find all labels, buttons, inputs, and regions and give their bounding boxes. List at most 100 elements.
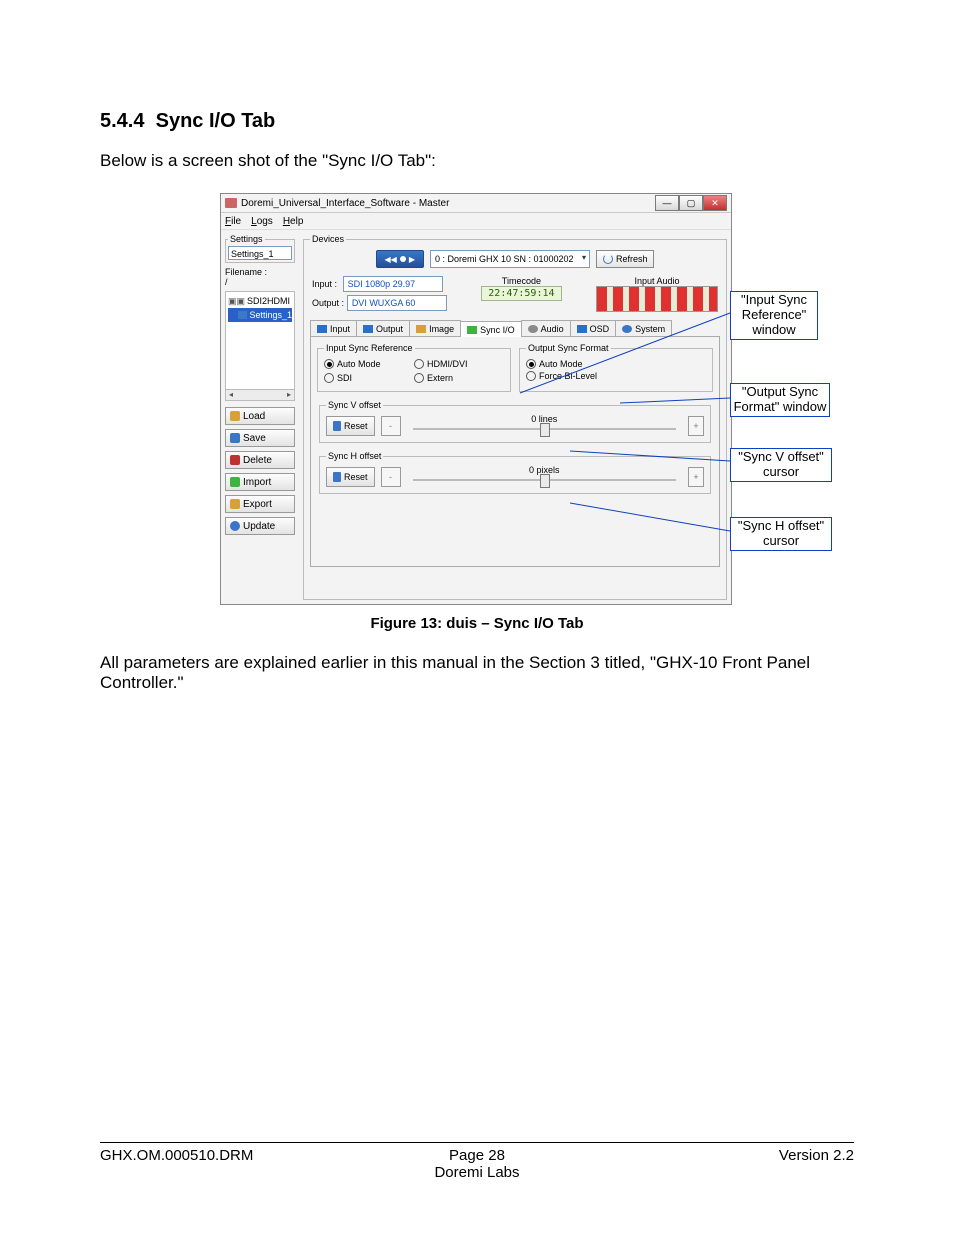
- footer-page: Page 28: [351, 1147, 602, 1164]
- section-heading: 5.4.4 Sync I/O Tab: [100, 110, 854, 133]
- sync-h-spin-down[interactable]: -: [381, 467, 401, 487]
- output-sync-format-group: Output Sync Format Auto Mode Force Bi-Le…: [519, 343, 713, 392]
- tree-item-icon: [238, 311, 247, 319]
- export-button[interactable]: Export: [225, 495, 295, 513]
- figure-caption: Figure 13: duis – Sync I/O Tab: [100, 615, 854, 632]
- sync-h-spin-up[interactable]: +: [688, 467, 704, 487]
- section-number: 5.4.4: [100, 110, 144, 132]
- refresh-button[interactable]: Refresh: [596, 250, 655, 268]
- output-label: Output :: [312, 298, 344, 308]
- input-audio-label: Input Audio: [596, 276, 718, 286]
- menubar: File Logs Help: [221, 213, 731, 230]
- delete-button[interactable]: Delete: [225, 451, 295, 469]
- tree-scrollbar[interactable]: ◂▸: [226, 389, 294, 400]
- save-button[interactable]: Save: [225, 429, 295, 447]
- reset-icon: [333, 472, 341, 482]
- callout-sync-h-cursor: "Sync H offset" cursor: [730, 517, 832, 551]
- sync-v-slider[interactable]: 0 lines: [407, 417, 682, 435]
- sync-v-legend: Sync V offset: [326, 400, 383, 410]
- tab-output[interactable]: Output: [356, 320, 410, 336]
- output-sync-fmt-legend: Output Sync Format: [526, 343, 611, 353]
- sync-v-spin-up[interactable]: +: [688, 416, 704, 436]
- settings-group-label: Settings: [228, 234, 265, 244]
- tab-image[interactable]: Image: [409, 320, 461, 336]
- brand-button[interactable]: ◀◀ ▶: [376, 250, 424, 268]
- menu-file[interactable]: File: [225, 216, 241, 227]
- close-button[interactable]: ✕: [703, 195, 727, 211]
- status-dot-icon: [400, 256, 406, 262]
- filename-value: /: [225, 277, 295, 287]
- speaker-icon: [528, 325, 538, 333]
- tab-input[interactable]: Input: [310, 320, 357, 336]
- devices-group-label: Devices: [310, 234, 346, 244]
- sync-h-reset-button[interactable]: Reset: [326, 467, 375, 487]
- device-select[interactable]: 0 : Doremi GHX 10 SN : 01000202: [430, 250, 590, 268]
- app-logo-icon: [225, 198, 237, 208]
- inner-tabs: Input Output Image Sync I/O Audio OSD Sy…: [310, 320, 720, 337]
- image-icon: [416, 325, 426, 333]
- settings-group: Settings Settings_1: [225, 234, 295, 263]
- titlebar: Doremi_Universal_Interface_Software - Ma…: [221, 194, 731, 213]
- maximize-button[interactable]: ▢: [679, 195, 703, 211]
- radio-sdi[interactable]: SDI: [324, 373, 414, 383]
- input-sync-ref-legend: Input Sync Reference: [324, 343, 415, 353]
- callout-output-sync-fmt: "Output Sync Format" window: [730, 383, 830, 417]
- monitor-icon: [363, 325, 373, 333]
- sync-v-spin-down[interactable]: -: [381, 416, 401, 436]
- refresh-icon: [603, 254, 613, 264]
- devices-group: Devices ◀◀ ▶ 0 : Doremi GHX 10 SN : 0100…: [303, 234, 727, 600]
- callout-sync-v-cursor: "Sync V offset" cursor: [730, 448, 832, 482]
- tree-root[interactable]: SDI2HDMI: [247, 294, 290, 308]
- radio-auto-mode[interactable]: Auto Mode: [324, 359, 414, 369]
- input-label: Input :: [312, 279, 337, 289]
- audio-meter: [596, 286, 718, 312]
- filename-label: Filename :: [225, 267, 295, 277]
- load-button[interactable]: Load: [225, 407, 295, 425]
- footer-left: GHX.OM.000510.DRM: [100, 1147, 351, 1181]
- page-footer: GHX.OM.000510.DRM Page 28 Doremi Labs Ve…: [100, 1142, 854, 1181]
- import-button[interactable]: Import: [225, 473, 295, 491]
- radio-hdmi-dvi[interactable]: HDMI/DVI: [414, 359, 504, 369]
- output-value: DVI WUXGA 60: [347, 295, 447, 311]
- tab-system[interactable]: System: [615, 320, 672, 336]
- export-icon: [230, 499, 240, 509]
- import-icon: [230, 477, 240, 487]
- radio-out-auto[interactable]: Auto Mode: [526, 359, 706, 369]
- tab-audio[interactable]: Audio: [521, 320, 571, 336]
- input-sync-reference-group: Input Sync Reference Auto Mode HDMI/DVI …: [317, 343, 511, 392]
- callout-input-sync-ref: "Input Sync Reference" window: [730, 291, 818, 340]
- update-button[interactable]: Update: [225, 517, 295, 535]
- sync-icon: [467, 326, 477, 334]
- input-value: SDI 1080p 29.97: [343, 276, 443, 292]
- app-window: Doremi_Universal_Interface_Software - Ma…: [220, 193, 732, 605]
- sync-h-legend: Sync H offset: [326, 451, 383, 461]
- tree-item[interactable]: Settings_1: [249, 308, 292, 322]
- monitor-icon: [577, 325, 587, 333]
- folder-open-icon: [230, 411, 240, 421]
- tab-osd[interactable]: OSD: [570, 320, 617, 336]
- syncio-tab-body: Input Sync Reference Auto Mode HDMI/DVI …: [310, 337, 720, 567]
- sync-h-slider[interactable]: 0 pixels: [407, 468, 682, 486]
- timecode-label: Timecode: [481, 276, 561, 286]
- section-title: Sync I/O Tab: [156, 110, 276, 132]
- footer-org: Doremi Labs: [351, 1164, 602, 1181]
- tab-syncio[interactable]: Sync I/O: [460, 321, 522, 337]
- settings-name-input[interactable]: Settings_1: [228, 246, 292, 260]
- menu-help[interactable]: Help: [283, 216, 304, 227]
- floppy-icon: [230, 433, 240, 443]
- timecode-value: 22:47:59:14: [481, 286, 561, 301]
- gear-icon: [622, 325, 632, 333]
- minimize-button[interactable]: —: [655, 195, 679, 211]
- menu-logs[interactable]: Logs: [251, 216, 273, 227]
- sync-v-reset-button[interactable]: Reset: [326, 416, 375, 436]
- sync-h-offset-group: Sync H offset Reset - 0 pixels: [319, 451, 711, 494]
- radio-out-force[interactable]: Force Bi-Level: [526, 371, 706, 381]
- monitor-icon: [317, 325, 327, 333]
- footer-right: Version 2.2: [603, 1147, 854, 1181]
- reset-icon: [333, 421, 341, 431]
- radio-extern[interactable]: Extern: [414, 373, 504, 383]
- settings-tree[interactable]: ▣▣SDI2HDMI Settings_1 ◂▸: [225, 291, 295, 401]
- intro-text: Below is a screen shot of the "Sync I/O …: [100, 151, 854, 171]
- delete-icon: [230, 455, 240, 465]
- sync-v-offset-group: Sync V offset Reset - 0 lines: [319, 400, 711, 443]
